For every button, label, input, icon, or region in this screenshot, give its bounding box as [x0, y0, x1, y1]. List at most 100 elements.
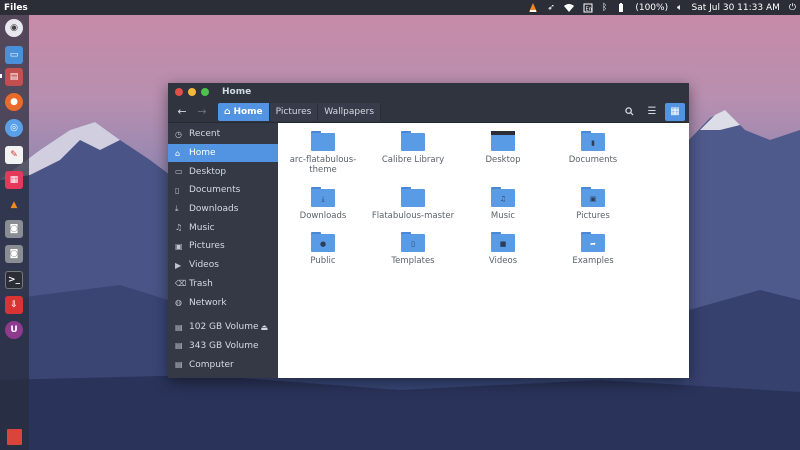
downloads-folder-icon: ⤓ [311, 187, 335, 207]
launcher: ◉ ▭ ▤ ● ◎ ✎ ▦ ▲ ◙ ◙ >_ ⇩ U [0, 15, 29, 450]
breadcrumb-home[interactable]: ⌂ Home [218, 102, 270, 121]
sidebar-item-volume-343[interactable]: ▤ 343 GB Volume [168, 337, 278, 356]
trash-icon[interactable] [7, 429, 22, 445]
desktop-folder-icon [491, 131, 515, 151]
eject-icon[interactable]: ⏏ [260, 323, 268, 332]
sidebar-item-trash[interactable]: ⌫ Trash [168, 275, 278, 294]
file-item[interactable]: ■ Videos [458, 232, 548, 266]
toolbar: ← → ⌂ Home Pictures Wallpapers ☰ ▦ [168, 101, 689, 123]
power-icon[interactable]: ⏻ [789, 3, 796, 13]
drive-icon: ▤ [175, 341, 183, 351]
file-item[interactable]: Calibre Library [368, 131, 458, 165]
sidebar-item-computer[interactable]: ▤ Computer [168, 355, 278, 374]
sidebar-item-volume-102[interactable]: ▤ 102 GB Volume ⏏ [168, 318, 278, 337]
grid-view-button[interactable]: ▦ [665, 102, 685, 121]
picture-icon: ▣ [175, 241, 183, 251]
firefox-icon[interactable]: ● [5, 93, 23, 111]
file-item[interactable]: ⤓ Downloads [278, 187, 368, 221]
toolbar-right: ☰ ▦ [619, 102, 685, 121]
pictures-folder-icon: ▣ [581, 187, 605, 207]
public-folder-icon: ● [311, 232, 335, 252]
archive-icon[interactable]: ⇩ [5, 296, 23, 314]
sidebar-item-documents[interactable]: ▯ Documents [168, 181, 278, 200]
music-icon: ♫ [175, 223, 183, 233]
places-sidebar: ◷ Recent ⌂ Home ▭ Desktop ▯ Documents ⤓ Downl… [168, 123, 278, 378]
home-icon: ⌂ [224, 106, 231, 117]
disk-icon[interactable]: ◙ [5, 245, 23, 263]
vlc-icon[interactable] [528, 2, 538, 13]
file-grid: arc-flatabulous-theme Calibre Library De… [278, 123, 689, 378]
dash-icon[interactable]: ◉ [5, 19, 23, 37]
breadcrumb-wallpapers[interactable]: Wallpapers [318, 102, 382, 121]
clock-icon: ◷ [175, 129, 182, 139]
system-tray: ➶ En ᛒ (100%) 🔈︎ Sat Jul 30 11:33 AM ⏻ [528, 2, 796, 13]
files-window: Home ← → ⌂ Home Pictures Wallpapers ☰ ▦ ◷… [168, 83, 689, 378]
maximize-button[interactable] [201, 88, 209, 96]
sidebar-item-pictures[interactable]: ▣ Pictures [168, 237, 278, 256]
folder-icon [401, 187, 425, 207]
file-item[interactable]: arc-flatabulous-theme [278, 131, 368, 175]
computer-icon: ▤ [175, 360, 183, 370]
volume-icon[interactable]: 🔈︎ [677, 3, 682, 13]
breadcrumb-pictures[interactable]: Pictures [270, 102, 319, 121]
folder-icon [311, 131, 335, 151]
sidebar-item-downloads[interactable]: ⤓ Downloads [168, 200, 278, 219]
disk-icon[interactable]: ◙ [5, 220, 23, 238]
window-content: ◷ Recent ⌂ Home ▭ Desktop ▯ Documents ⤓ Downl… [168, 123, 689, 378]
minimize-button[interactable] [188, 88, 196, 96]
network-icon: ◍ [175, 298, 182, 308]
templates-folder-icon: ▯ [401, 232, 425, 252]
sidebar-item-videos[interactable]: ▶ Videos [168, 256, 278, 275]
sidebar-item-home[interactable]: ⌂ Home [168, 143, 278, 163]
sidebar-item-music[interactable]: ♫ Music [168, 218, 278, 237]
file-item[interactable]: ● Public [278, 232, 368, 266]
sidebar-item-desktop[interactable]: ▭ Desktop [168, 162, 278, 181]
folder-icon [401, 131, 425, 151]
desktop-icon[interactable]: ▭ [5, 46, 23, 64]
files-icon[interactable]: ▤ [5, 68, 23, 86]
file-item[interactable]: ▮ Documents [548, 131, 638, 165]
window-title: Home [222, 87, 252, 97]
file-item[interactable]: ▯ Templates [368, 232, 458, 266]
search-button[interactable] [619, 103, 639, 121]
documents-folder-icon: ▮ [581, 131, 605, 151]
battery-icon[interactable] [616, 2, 626, 13]
wifi-icon[interactable] [563, 3, 574, 13]
drive-icon: ▤ [175, 322, 183, 332]
file-item[interactable]: Flatabulous-master [368, 187, 458, 221]
text-editor-icon[interactable]: ✎ [5, 146, 23, 164]
sidebar-item-recent[interactable]: ◷ Recent [168, 125, 278, 144]
file-item[interactable]: ▣ Pictures [548, 187, 638, 221]
breadcrumb: ⌂ Home Pictures Wallpapers [218, 102, 382, 121]
back-button[interactable]: ← [172, 103, 192, 121]
videos-folder-icon: ■ [491, 232, 515, 252]
file-item[interactable]: ➦ Examples [548, 232, 638, 266]
rocket-icon[interactable]: ➶ [547, 3, 555, 13]
app-menu-title[interactable]: Files [4, 3, 28, 13]
app-grid-icon[interactable]: ▦ [5, 171, 23, 189]
update-icon[interactable]: U [5, 321, 23, 339]
vlc-icon[interactable]: ▲ [5, 196, 23, 214]
clock-datetime[interactable]: Sat Jul 30 11:33 AM [692, 3, 780, 13]
file-item[interactable]: Desktop [458, 131, 548, 165]
close-button[interactable] [175, 88, 183, 96]
file-item[interactable]: ♫ Music [458, 187, 548, 221]
examples-folder-icon: ➦ [581, 232, 605, 252]
forward-button[interactable]: → [192, 103, 212, 121]
keyboard-icon[interactable]: En [583, 3, 593, 13]
list-view-button[interactable]: ☰ [642, 103, 662, 121]
search-icon [624, 107, 634, 116]
terminal-icon[interactable]: >_ [5, 271, 23, 289]
sidebar-item-network[interactable]: ◍ Network [168, 293, 278, 312]
trash-icon: ⌫ [175, 279, 187, 289]
home-icon: ⌂ [175, 148, 181, 158]
svg-text:En: En [585, 6, 591, 12]
top-panel: Files ➶ En ᛒ (100%) 🔈︎ Sat Jul 30 11:33 … [0, 0, 800, 15]
download-icon: ⤓ [175, 204, 179, 214]
chromium-icon[interactable]: ◎ [5, 119, 23, 137]
battery-percent[interactable]: (100%) [635, 3, 668, 13]
titlebar: Home [168, 83, 689, 101]
bluetooth-icon[interactable]: ᛒ [602, 3, 607, 13]
desktop-icon: ▭ [175, 167, 183, 177]
music-folder-icon: ♫ [491, 187, 515, 207]
